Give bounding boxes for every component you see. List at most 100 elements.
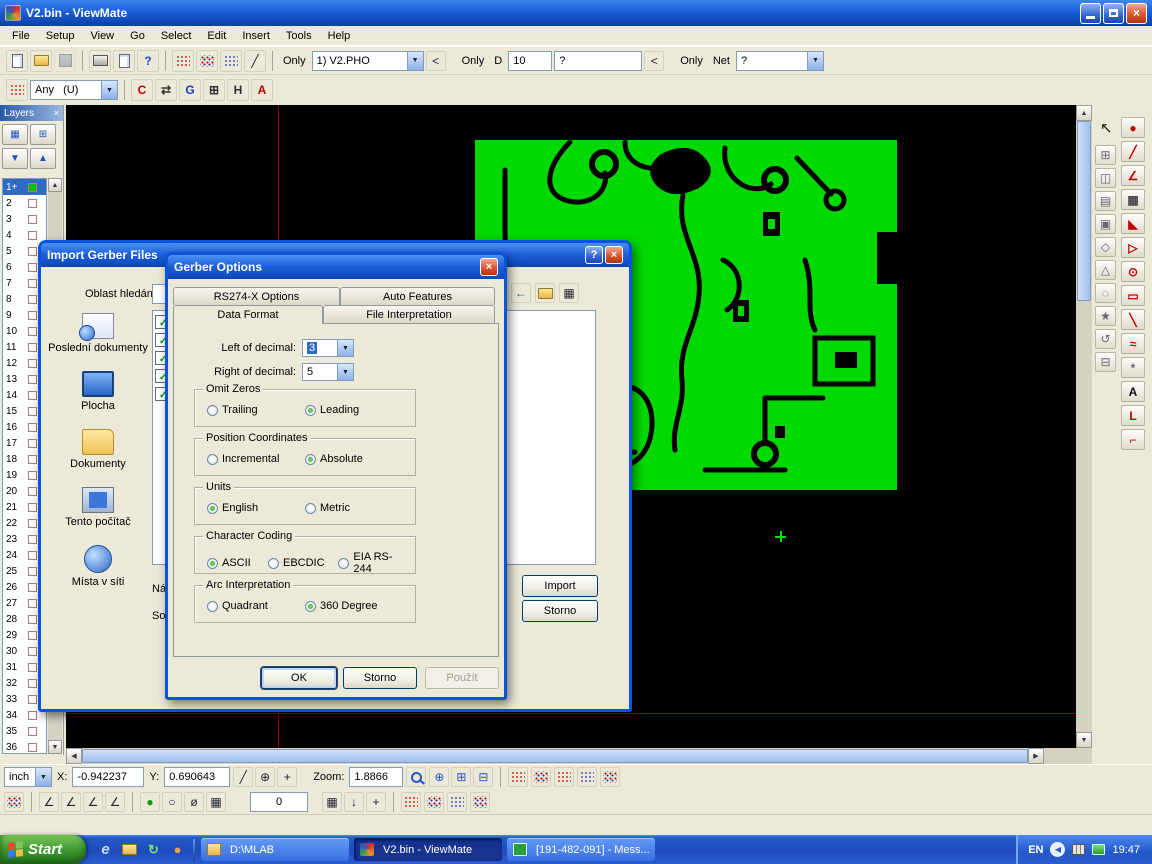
new-folder-icon[interactable]	[535, 283, 555, 303]
menu-item[interactable]: Tools	[278, 28, 320, 44]
app-launcher-icon[interactable]: ●	[168, 840, 187, 859]
left-of-decimal-combo[interactable]: 3▼	[302, 339, 354, 357]
draw-tool-button[interactable]: ╱	[1121, 141, 1145, 162]
angle-tool-button[interactable]: ∠	[105, 792, 125, 812]
layer-file-combo[interactable]: 1) V2.PHO▼	[312, 51, 424, 71]
radio-button[interactable]	[305, 601, 316, 612]
aperture-pattern-icon[interactable]	[401, 792, 421, 812]
menu-item[interactable]: Setup	[38, 28, 83, 44]
draw-tool-button[interactable]: ∠	[1121, 165, 1145, 186]
layer-color-swatch[interactable]	[28, 439, 37, 448]
radio-option[interactable]: English	[207, 502, 297, 514]
zoom-field[interactable]	[349, 767, 403, 787]
radio-button[interactable]	[268, 558, 279, 569]
layer-row[interactable]: 2	[3, 195, 46, 211]
layer-color-swatch[interactable]	[28, 263, 37, 272]
radio-button[interactable]	[338, 558, 349, 569]
layer-color-swatch[interactable]	[28, 311, 37, 320]
close-button[interactable]: ×	[1126, 3, 1147, 24]
grid-pattern-icon[interactable]	[4, 792, 24, 812]
place-item[interactable]: Dokumenty	[48, 429, 148, 487]
layer-color-swatch[interactable]	[28, 455, 37, 464]
place-item[interactable]: Tento počítač	[48, 487, 148, 545]
layer-color-swatch[interactable]	[28, 583, 37, 592]
measure-tool-button[interactable]: +	[277, 767, 297, 787]
radio-option[interactable]: ASCII	[207, 557, 260, 569]
net-grid-icon[interactable]	[220, 50, 242, 72]
taskbar-task[interactable]: V2.bin - ViewMate	[354, 838, 502, 861]
snap-tool-button[interactable]: ø	[184, 792, 204, 812]
tray-keyboard-icon[interactable]	[1072, 844, 1085, 855]
menu-item[interactable]: View	[82, 28, 122, 44]
zoom-tool-button[interactable]: ⊕	[429, 767, 449, 787]
layer-color-swatch[interactable]	[28, 631, 37, 640]
preview-icon[interactable]	[113, 50, 135, 72]
layer-down-icon[interactable]: ▼	[2, 148, 28, 169]
radio-button[interactable]	[207, 405, 218, 416]
save-icon[interactable]	[54, 50, 76, 72]
view-tool-button[interactable]: ↺	[1095, 329, 1116, 349]
menu-item[interactable]: Edit	[199, 28, 234, 44]
horizontal-scrollbar[interactable]: ◀ ▶	[66, 748, 1076, 764]
y-coordinate-field[interactable]	[164, 767, 230, 787]
place-item[interactable]: Poslední dokumenty	[48, 313, 148, 371]
layer-color-swatch[interactable]	[28, 519, 37, 528]
snap-tool-button[interactable]: ▦	[206, 792, 226, 812]
dialog-close-button[interactable]: ×	[605, 246, 623, 264]
layer-row[interactable]: 3	[3, 211, 46, 227]
grid-tool-button[interactable]: ↓	[344, 792, 364, 812]
tab[interactable]: Data Format	[173, 305, 323, 324]
radio-option[interactable]: EIA RS-244	[338, 551, 407, 575]
help-icon[interactable]: ?	[137, 50, 159, 72]
menu-item[interactable]: Help	[320, 28, 359, 44]
net-combo[interactable]: ?▼	[736, 51, 824, 71]
pad-pattern-icon[interactable]	[531, 767, 551, 787]
radio-button[interactable]	[207, 558, 218, 569]
layer-color-swatch[interactable]	[28, 599, 37, 608]
layer-color-swatch[interactable]	[28, 215, 37, 224]
view-tool-button[interactable]: ◇	[1095, 237, 1116, 257]
layers-close-icon[interactable]: ×	[54, 108, 59, 118]
layer-color-swatch[interactable]	[28, 407, 37, 416]
taskbar-task[interactable]: [191-482-091] - Mess...	[507, 838, 655, 861]
layer-color-swatch[interactable]	[28, 535, 37, 544]
selection-tool-button[interactable]: ⊞	[203, 79, 225, 101]
dcode-value-field[interactable]	[508, 51, 552, 71]
radio-button[interactable]	[305, 405, 316, 416]
hscroll-thumb[interactable]	[82, 749, 1028, 763]
layer-up-icon[interactable]: ▲	[30, 148, 56, 169]
draw-tool-button[interactable]: *	[1121, 357, 1145, 378]
layer-color-swatch[interactable]	[28, 279, 37, 288]
menu-item[interactable]: Go	[122, 28, 153, 44]
new-file-icon[interactable]	[6, 50, 28, 72]
view-tool-button[interactable]: ★	[1095, 306, 1116, 326]
layer-row[interactable]: 35	[3, 723, 46, 739]
cancel-button[interactable]: Storno	[343, 667, 417, 689]
selection-tool-button[interactable]: ⇄	[155, 79, 177, 101]
angle-tool-button[interactable]: ∠	[39, 792, 59, 812]
draw-tool-button[interactable]: ▭	[1121, 285, 1145, 306]
snap-tool-button[interactable]: ●	[140, 792, 160, 812]
grid-tool-button[interactable]: ▦	[322, 792, 342, 812]
layer-row[interactable]: 36	[3, 739, 46, 754]
layer-color-swatch[interactable]	[28, 247, 37, 256]
layer-color-swatch[interactable]	[28, 551, 37, 560]
layer-color-swatch[interactable]	[28, 343, 37, 352]
x-coordinate-field[interactable]	[72, 767, 144, 787]
angle-tool-button[interactable]: ∠	[61, 792, 81, 812]
aperture-grid-icon[interactable]	[172, 50, 194, 72]
print-icon[interactable]	[89, 50, 111, 72]
radio-option[interactable]: Metric	[305, 502, 350, 514]
taskbar-task[interactable]: D:\MLAB	[201, 838, 349, 861]
radio-button[interactable]	[207, 601, 218, 612]
folder-icon[interactable]	[120, 840, 139, 859]
import-button[interactable]: Import	[522, 575, 598, 597]
prev-dcode-button[interactable]: <	[644, 51, 664, 71]
layer-color-swatch[interactable]	[28, 727, 37, 736]
zoom-tool-button[interactable]: ⊟	[473, 767, 493, 787]
measure-icon[interactable]: ╱	[244, 50, 266, 72]
tab[interactable]: Auto Features	[340, 287, 495, 305]
selection-tool-button[interactable]: H	[227, 79, 249, 101]
layer-color-swatch[interactable]	[28, 503, 37, 512]
radio-button[interactable]	[305, 503, 316, 514]
